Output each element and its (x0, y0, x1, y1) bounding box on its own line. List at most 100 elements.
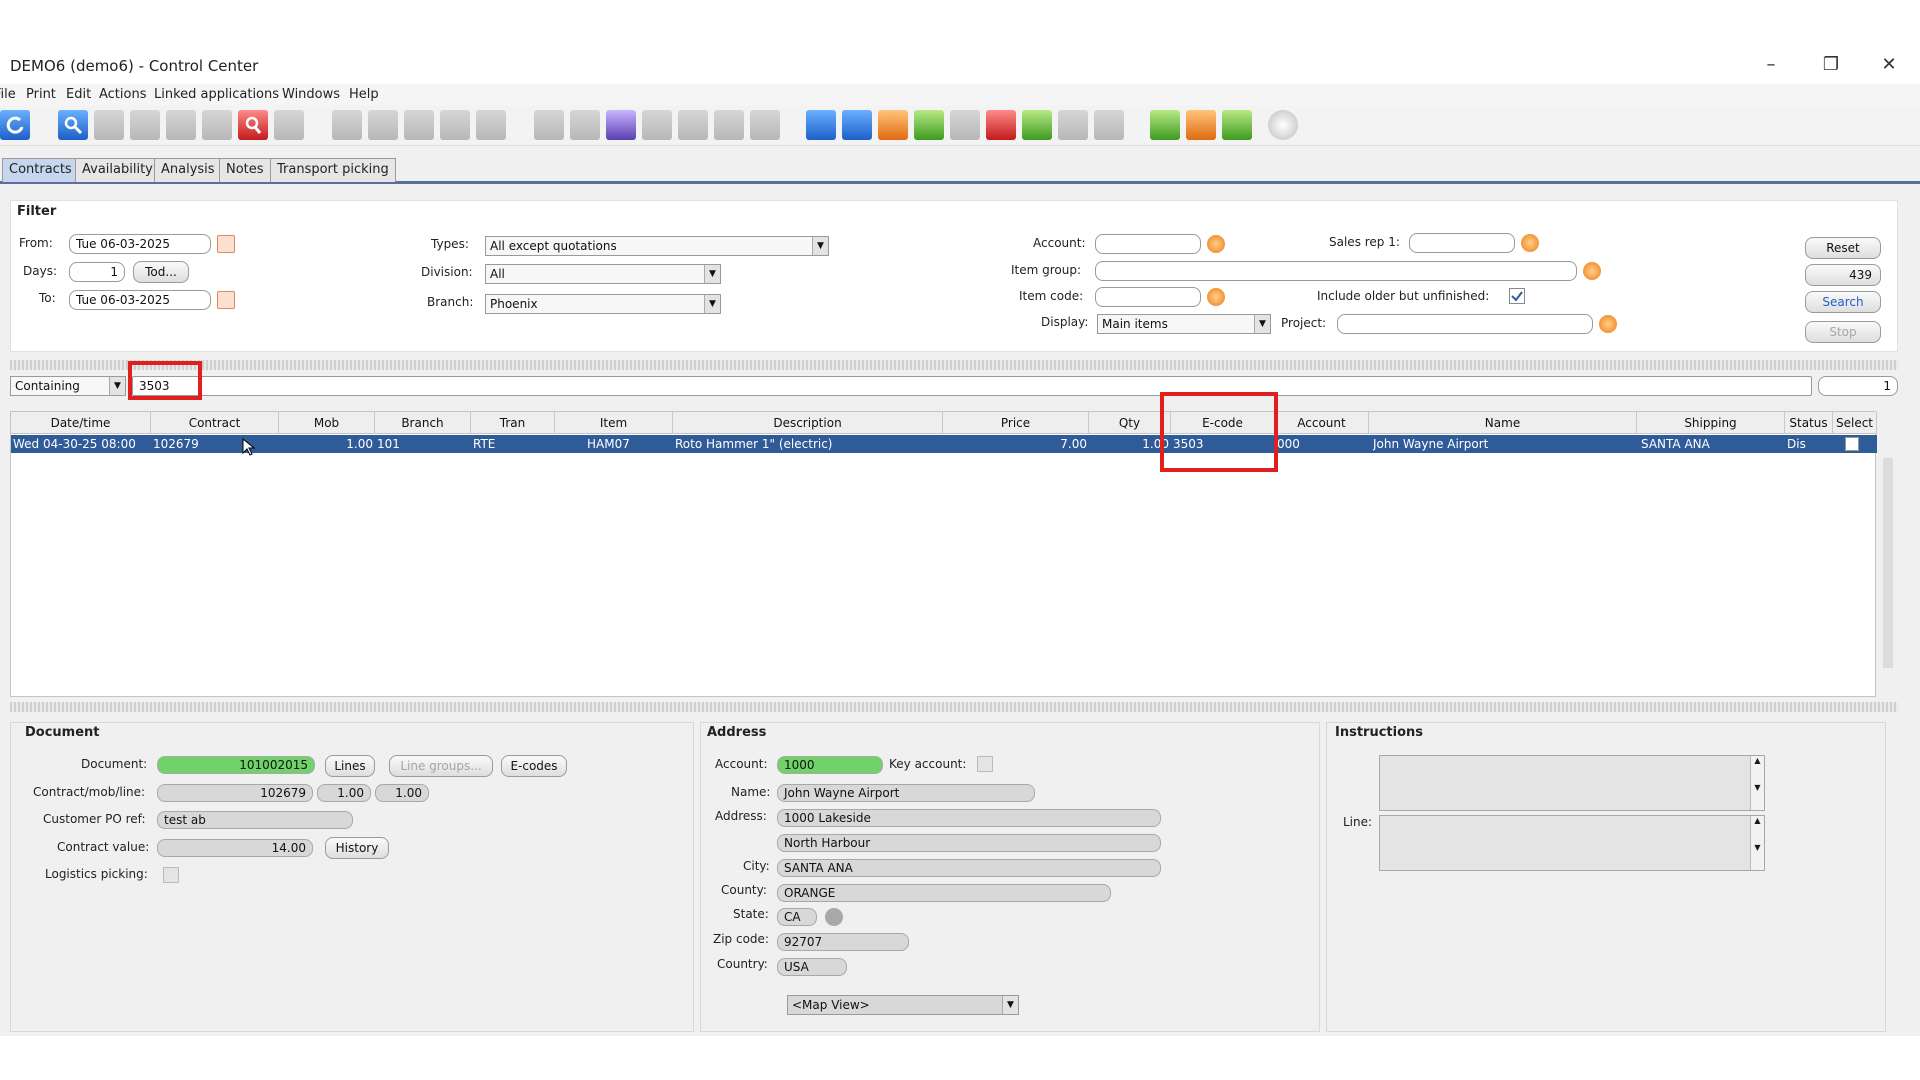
instructions-textarea[interactable]: ▲ ▼ (1379, 755, 1765, 811)
scroll-thumb[interactable] (1883, 458, 1893, 668)
pencil-icon[interactable] (332, 110, 362, 140)
select-checkbox[interactable] (1845, 437, 1859, 451)
lines-button[interactable]: Lines (325, 755, 375, 777)
column-header[interactable]: Name (1369, 412, 1637, 434)
delivery-icon[interactable] (878, 110, 908, 140)
line-groups-button[interactable]: Line groups... (389, 755, 493, 777)
edit-icon[interactable] (94, 110, 124, 140)
item-code-input[interactable] (1095, 287, 1201, 307)
move-icon[interactable] (950, 110, 980, 140)
display-select[interactable]: Main items ▼ (1097, 314, 1271, 334)
from-date-input[interactable]: Tue 06-03-2025 (69, 234, 211, 254)
line-instructions-textarea[interactable]: ▲ ▼ (1379, 815, 1765, 871)
column-header[interactable]: Select (1833, 412, 1877, 434)
print-icon[interactable] (202, 110, 232, 140)
column-header[interactable]: Tran (471, 412, 555, 434)
lookup-icon[interactable] (1207, 288, 1225, 306)
splitter-bottom[interactable] (10, 702, 1898, 712)
lookup-icon[interactable] (1521, 234, 1539, 252)
info-icon[interactable] (1268, 110, 1298, 140)
contract-icon[interactable] (806, 110, 836, 140)
history-button[interactable]: History (325, 837, 389, 859)
to-date-input[interactable]: Tue 06-03-2025 (69, 290, 211, 310)
export-icon[interactable] (1186, 110, 1216, 140)
lookup-icon[interactable] (1207, 235, 1225, 253)
division-select[interactable]: All ▼ (485, 264, 721, 284)
archive-icon[interactable] (750, 110, 780, 140)
calendar-icon[interactable] (217, 235, 235, 253)
find-icon[interactable] (238, 110, 268, 140)
column-header[interactable]: Contract (151, 412, 279, 434)
tab-transport-picking[interactable]: Transport picking (270, 158, 396, 182)
column-header[interactable]: Status (1785, 412, 1833, 434)
tag-icon[interactable] (714, 110, 744, 140)
menu-file[interactable]: File (0, 87, 16, 102)
key-account-checkbox[interactable] (977, 756, 993, 772)
menu-help[interactable]: Help (349, 87, 379, 102)
document-icon[interactable] (166, 110, 196, 140)
item-group-input[interactable] (1095, 261, 1577, 281)
menu-edit[interactable]: Edit (66, 87, 91, 102)
branch-select[interactable]: Phoenix ▼ (485, 294, 721, 314)
table-row[interactable]: Wed 04-30-25 08:00 102679 1.00 101 RTE H… (11, 435, 1877, 453)
state-lookup-icon[interactable] (825, 908, 843, 926)
minimize-icon[interactable]: – (1756, 52, 1786, 78)
lookup-icon[interactable] (1583, 262, 1601, 280)
search-icon[interactable] (58, 110, 88, 140)
table-scrollbar[interactable] (1880, 434, 1896, 697)
calendar-icon[interactable] (217, 291, 235, 309)
column-header[interactable]: Price (943, 412, 1089, 434)
transfer-icon[interactable] (986, 110, 1016, 140)
today-button[interactable]: Tod... (133, 261, 189, 283)
user-icon[interactable] (534, 110, 564, 140)
match-mode-select[interactable]: Containing ▼ (10, 376, 126, 396)
collect-icon[interactable] (914, 110, 944, 140)
swap-icon[interactable] (1058, 110, 1088, 140)
menu-actions[interactable]: Actions (99, 87, 147, 102)
menu-windows[interactable]: Windows (282, 87, 340, 102)
tab-notes[interactable]: Notes (219, 158, 271, 182)
column-header[interactable]: Date/time (11, 412, 151, 434)
reset-button[interactable]: Reset (1805, 237, 1881, 259)
column-header[interactable]: Shipping (1637, 412, 1785, 434)
tab-analysis[interactable]: Analysis (154, 158, 222, 182)
group-icon[interactable] (642, 110, 672, 140)
item-icon[interactable] (570, 110, 600, 140)
grid-icon[interactable] (1094, 110, 1124, 140)
tab-contracts[interactable]: Contracts (2, 158, 79, 182)
lookup-icon[interactable] (1599, 315, 1617, 333)
textarea-scrollbar[interactable]: ▲ ▼ (1750, 756, 1764, 810)
column-header[interactable]: Qty (1089, 412, 1171, 434)
menu-print[interactable]: Print (26, 87, 56, 102)
sales-rep-input[interactable] (1409, 233, 1515, 253)
stop-button[interactable]: Stop (1805, 321, 1881, 343)
list-icon[interactable] (404, 110, 434, 140)
account-input[interactable] (1095, 234, 1201, 254)
box-icon[interactable] (678, 110, 708, 140)
column-header[interactable]: Account (1275, 412, 1369, 434)
menu-linked-applications[interactable]: Linked applications (154, 87, 279, 102)
textarea-scrollbar[interactable]: ▲ ▼ (1750, 816, 1764, 870)
logistics-picking-checkbox[interactable] (163, 867, 179, 883)
splitter-top[interactable] (10, 360, 1898, 370)
close-icon[interactable]: ✕ (1874, 52, 1904, 78)
column-header[interactable]: Branch (375, 412, 471, 434)
types-select[interactable]: All except quotations ▼ (485, 236, 829, 256)
quick-search-input[interactable]: 3503 (132, 376, 1812, 396)
restore-icon[interactable]: ❐ (1816, 52, 1846, 78)
check-icon[interactable] (368, 110, 398, 140)
contract-alt-icon[interactable] (842, 110, 872, 140)
copy-icon[interactable] (130, 110, 160, 140)
map-view-select[interactable]: <Map View> ▼ (787, 995, 1019, 1015)
search-button[interactable]: Search (1805, 291, 1881, 313)
customer-po-field[interactable]: test ab (157, 811, 353, 829)
people-icon[interactable] (606, 110, 636, 140)
ecodes-button[interactable]: E-codes (501, 755, 567, 777)
tool-icon[interactable] (274, 110, 304, 140)
table-icon[interactable] (440, 110, 470, 140)
column-header[interactable]: Mob (279, 412, 375, 434)
column-header[interactable]: Item (555, 412, 673, 434)
return-icon[interactable] (1022, 110, 1052, 140)
refresh-icon[interactable] (0, 110, 30, 140)
days-input[interactable]: 1 (69, 262, 125, 282)
